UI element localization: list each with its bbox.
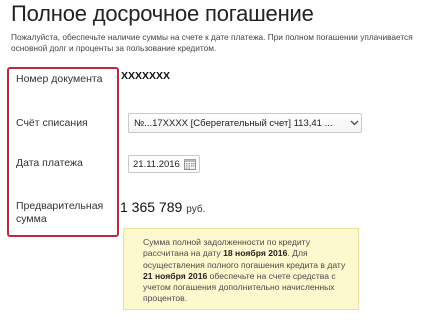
debit-account-label: Счёт списания — [16, 117, 88, 129]
preliminary-amount-label: Предварительная сумма — [16, 200, 104, 225]
calendar-icon[interactable] — [183, 157, 197, 171]
payment-date-value: 21.11.2016 — [133, 158, 180, 170]
document-number-value: XXXXXXX — [121, 70, 171, 82]
payment-date-field[interactable]: 21.11.2016 — [128, 155, 200, 173]
notice-date-1: 18 ноября 2016 — [223, 248, 288, 259]
payoff-notice: Сумма полной задолженности по кредиту ра… — [123, 228, 359, 310]
page-subtitle: Пожалуйста, обеспечьте наличие суммы на … — [11, 32, 413, 53]
page-title: Полное досрочное погашение — [11, 1, 314, 26]
preliminary-amount-currency: руб. — [186, 204, 206, 215]
chevron-down-icon[interactable] — [347, 114, 361, 132]
debit-account-select[interactable]: №...17XXXX [Сберегательный счет] 113,41 … — [128, 113, 362, 133]
preliminary-amount-value: 1 365 789 — [120, 199, 183, 215]
debit-account-value: №...17XXXX [Сберегательный счет] 113,41 … — [134, 117, 333, 129]
document-number-label: Номер документа — [16, 73, 103, 85]
notice-date-2: 21 ноября 2016 — [143, 270, 208, 281]
payment-date-label: Дата платежа — [16, 157, 83, 169]
preliminary-amount: 1 365 789 руб. — [120, 199, 205, 217]
